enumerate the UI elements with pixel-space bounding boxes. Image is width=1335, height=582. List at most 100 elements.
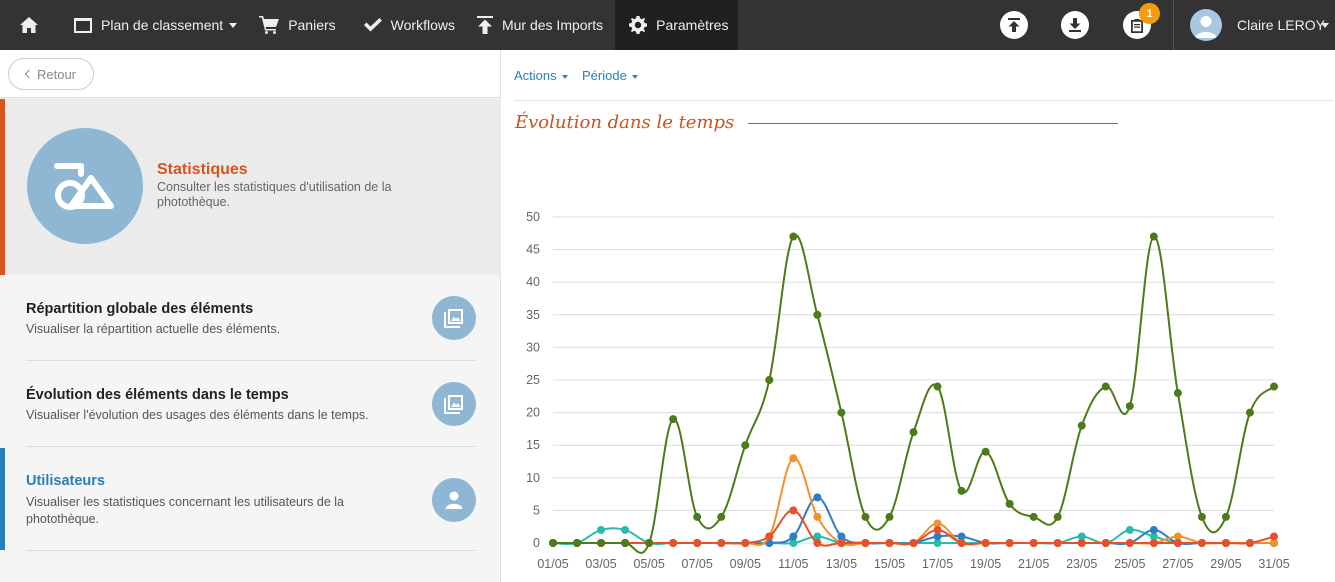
notifications-button[interactable]: 1 bbox=[1123, 3, 1160, 39]
divider bbox=[26, 446, 476, 447]
x-tick-label: 03/05 bbox=[585, 557, 616, 571]
data-point bbox=[1149, 539, 1158, 547]
menu-item-repartition-globale[interactable]: Répartition globale des éléments Visuali… bbox=[0, 275, 501, 361]
data-point bbox=[717, 512, 726, 521]
menu-item-evolution-elements[interactable]: Évolution des éléments dans le temps Vis… bbox=[0, 361, 501, 447]
upload-icon bbox=[1008, 18, 1020, 32]
nav-plan-de-classement[interactable]: Plan de classement bbox=[58, 0, 249, 50]
data-point bbox=[1101, 382, 1110, 391]
cart-icon bbox=[259, 16, 280, 34]
data-point bbox=[1197, 539, 1206, 547]
data-point bbox=[981, 539, 990, 547]
y-tick-label: 20 bbox=[526, 406, 540, 420]
data-point bbox=[789, 532, 798, 541]
nav-plan-de-classement-label: Plan de classement bbox=[101, 17, 224, 33]
nav-mur-des-imports[interactable]: Mur des Imports bbox=[467, 0, 615, 50]
chevron-down-icon[interactable] bbox=[1321, 23, 1329, 28]
data-point bbox=[1005, 499, 1014, 508]
home-icon bbox=[20, 17, 38, 33]
chevron-down-icon bbox=[631, 74, 638, 79]
data-point bbox=[1149, 232, 1158, 241]
x-tick-label: 23/05 bbox=[1066, 557, 1097, 571]
nav-workflows-label: Workflows bbox=[390, 17, 455, 33]
data-point bbox=[597, 525, 606, 534]
data-point bbox=[1125, 525, 1134, 534]
nav-mur-des-imports-label: Mur des Imports bbox=[501, 17, 604, 33]
data-point bbox=[933, 525, 942, 534]
x-tick-label: 25/05 bbox=[1114, 557, 1145, 571]
data-point bbox=[669, 539, 678, 547]
data-point bbox=[1221, 512, 1230, 521]
user-menu-divider bbox=[1173, 0, 1174, 50]
actions-dropdown[interactable]: Actions bbox=[514, 68, 568, 83]
x-tick-label: 29/05 bbox=[1210, 557, 1241, 571]
x-tick-label: 31/05 bbox=[1258, 557, 1289, 571]
download-icon bbox=[1069, 18, 1081, 32]
x-tick-label: 15/05 bbox=[874, 557, 905, 571]
data-point bbox=[789, 232, 798, 241]
menu-item-title: Évolution des éléments dans le temps bbox=[26, 387, 289, 403]
data-point bbox=[957, 539, 966, 547]
data-point bbox=[861, 539, 870, 547]
actions-label: Actions bbox=[514, 68, 557, 83]
nav-paniers[interactable]: Paniers bbox=[249, 0, 347, 50]
main-content: Actions Période Évolution dans le temps … bbox=[502, 50, 1335, 582]
data-point bbox=[909, 539, 918, 547]
menu-item-description: Visualiser l'évolution des usages des él… bbox=[26, 408, 369, 422]
chart-title-rule bbox=[748, 123, 1118, 124]
download-button[interactable] bbox=[1061, 11, 1089, 39]
data-point bbox=[1029, 512, 1038, 521]
line-chart: 0 5 10 15 20 25 30 35 40 45 50 01/05 03/05 05/05 07/05… bbox=[526, 210, 1290, 571]
data-point bbox=[813, 310, 822, 319]
back-button[interactable]: Retour bbox=[8, 58, 94, 90]
y-tick-label: 10 bbox=[526, 471, 540, 485]
x-tick-label: 21/05 bbox=[1018, 557, 1049, 571]
menu-item-description: Visualiser la répartition actuelle des é… bbox=[26, 322, 281, 336]
data-point bbox=[1077, 421, 1086, 430]
user-name[interactable]: Claire LEROY bbox=[1237, 17, 1325, 33]
data-point bbox=[1101, 539, 1110, 547]
data-point bbox=[1005, 539, 1014, 547]
nav-parametres[interactable]: Paramètres bbox=[615, 0, 739, 50]
data-point bbox=[765, 376, 774, 384]
x-tick-label: 01/05 bbox=[537, 557, 568, 571]
menu-item-description: Visualiser les statistiques concernant l… bbox=[26, 495, 344, 526]
y-tick-label: 25 bbox=[526, 373, 540, 387]
y-tick-label: 15 bbox=[526, 438, 540, 452]
data-point bbox=[1053, 512, 1062, 521]
divider bbox=[514, 100, 1334, 101]
y-tick-label: 0 bbox=[533, 536, 540, 550]
data-point bbox=[1053, 539, 1062, 547]
data-point bbox=[1173, 539, 1182, 547]
x-tick-label: 17/05 bbox=[922, 557, 953, 571]
nav-workflows[interactable]: Workflows bbox=[348, 0, 467, 50]
period-dropdown[interactable]: Période bbox=[582, 68, 638, 83]
home-button[interactable] bbox=[0, 0, 58, 50]
back-bar: Retour bbox=[0, 50, 500, 98]
nav-parametres-label: Paramètres bbox=[656, 17, 729, 33]
menu-item-title: Répartition globale des éléments bbox=[26, 301, 254, 317]
data-point bbox=[573, 539, 582, 547]
avatar[interactable] bbox=[1190, 9, 1222, 41]
data-point bbox=[1245, 539, 1254, 547]
x-tick-label: 11/05 bbox=[778, 557, 808, 571]
x-tick-label: 09/05 bbox=[730, 557, 761, 571]
y-tick-label: 50 bbox=[526, 210, 540, 224]
folder-icon bbox=[74, 17, 92, 33]
notification-badge: 1 bbox=[1139, 3, 1160, 24]
x-tick-label: 13/05 bbox=[826, 557, 857, 571]
page-description: Consulter les statistiques d'utilisation… bbox=[157, 180, 392, 209]
divider bbox=[26, 550, 476, 551]
y-tick-label: 45 bbox=[526, 243, 540, 257]
x-tick-label: 19/05 bbox=[970, 557, 1001, 571]
menu-item-utilisateurs[interactable]: Utilisateurs Visualiser les statistiques… bbox=[0, 448, 501, 550]
data-point bbox=[909, 428, 918, 437]
data-point bbox=[765, 532, 774, 541]
upload-button[interactable] bbox=[1000, 11, 1028, 39]
x-tick-label: 07/05 bbox=[682, 557, 713, 571]
top-navigation-bar: Plan de classement Paniers Workflows Mur… bbox=[0, 0, 1335, 50]
data-point bbox=[813, 493, 822, 502]
settings-sidebar: Retour Statistiques Consulter les statis… bbox=[0, 50, 501, 582]
data-point bbox=[693, 539, 702, 547]
data-point bbox=[789, 506, 798, 515]
